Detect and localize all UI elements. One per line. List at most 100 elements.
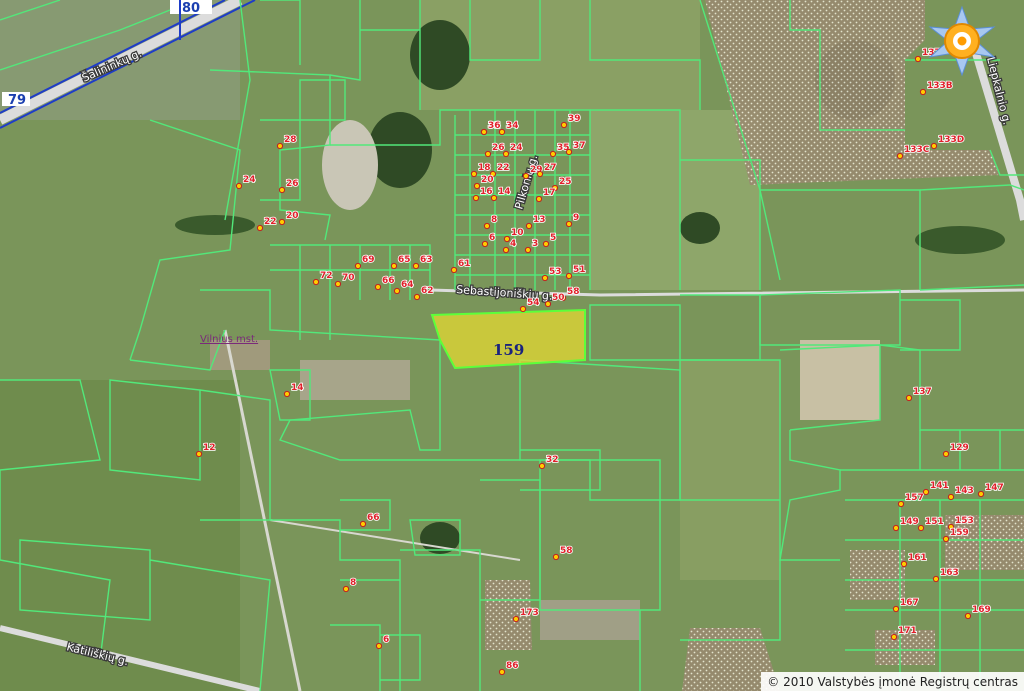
map-view[interactable]: 80 79 159 Šalininkų g. Sebastijoniškių g… bbox=[0, 0, 1024, 691]
house-number-label: 51 bbox=[573, 265, 586, 275]
house-marker-icon bbox=[375, 642, 383, 650]
house-number-label: 70 bbox=[342, 273, 355, 283]
house-marker-icon bbox=[278, 186, 286, 194]
house-number-label: 34 bbox=[506, 121, 519, 131]
house-number-label: 50 bbox=[552, 293, 565, 303]
forest-tree-line bbox=[175, 215, 255, 235]
house-number-label: 14 bbox=[291, 383, 304, 393]
house-marker-icon bbox=[890, 633, 898, 641]
house-marker-icon bbox=[481, 240, 489, 248]
house-marker-icon bbox=[538, 462, 546, 470]
house-marker-icon bbox=[354, 262, 362, 270]
house-number-label: 36 bbox=[488, 121, 501, 131]
house-number-label: 61 bbox=[458, 259, 471, 269]
house-marker-icon bbox=[450, 266, 458, 274]
house-marker-icon bbox=[522, 172, 530, 180]
house-number-label: 141 bbox=[930, 481, 949, 491]
house-number-label: 6 bbox=[383, 635, 389, 645]
house-marker-icon bbox=[549, 150, 557, 158]
forest-small bbox=[680, 212, 720, 244]
house-marker-icon bbox=[917, 524, 925, 532]
house-number-label: 161 bbox=[908, 553, 927, 563]
house-marker-icon bbox=[334, 280, 342, 288]
house-marker-icon bbox=[412, 262, 420, 270]
terrain-bare-strip bbox=[300, 360, 410, 400]
house-number-label: 3 bbox=[532, 239, 538, 249]
house-number-label: 137 bbox=[913, 387, 932, 397]
house-marker-icon bbox=[502, 150, 510, 158]
house-number-label: 149 bbox=[900, 517, 919, 527]
house-number-label: 153 bbox=[955, 516, 974, 526]
house-marker-icon bbox=[942, 450, 950, 458]
house-number-label: 20 bbox=[286, 211, 299, 221]
area-label-vilnius: Vilnius mst. bbox=[200, 334, 258, 345]
house-marker-icon bbox=[536, 170, 544, 178]
house-number-label: 4 bbox=[510, 239, 516, 249]
house-number-label: 18 bbox=[478, 163, 491, 173]
house-marker-icon bbox=[519, 305, 527, 313]
house-number-label: 66 bbox=[382, 276, 395, 286]
house-marker-icon bbox=[560, 121, 568, 129]
house-number-label: 62 bbox=[421, 286, 434, 296]
house-marker-icon bbox=[413, 293, 421, 301]
house-number-label: 66 bbox=[367, 513, 380, 523]
house-number-label: 27 bbox=[544, 163, 557, 173]
house-marker-icon bbox=[919, 88, 927, 96]
house-marker-icon bbox=[565, 220, 573, 228]
house-number-label: 171 bbox=[898, 626, 917, 636]
house-marker-icon bbox=[512, 615, 520, 623]
house-number-label: 157 bbox=[905, 493, 924, 503]
house-marker-icon bbox=[502, 246, 510, 254]
house-number-label: 133D bbox=[938, 135, 964, 145]
terrain-field-ne bbox=[590, 110, 760, 290]
house-marker-icon bbox=[235, 182, 243, 190]
house-marker-icon bbox=[535, 195, 543, 203]
house-number-label: 39 bbox=[568, 114, 581, 124]
house-marker-icon bbox=[283, 390, 291, 398]
house-marker-icon bbox=[342, 585, 350, 593]
map-canvas[interactable]: 80 79 159 Šalininkų g. Sebastijoniškių g… bbox=[0, 0, 1024, 691]
house-number-label: 173 bbox=[520, 608, 539, 618]
terrain-field-se bbox=[680, 360, 780, 580]
house-number-label: 22 bbox=[497, 163, 510, 173]
house-number-label: 163 bbox=[940, 568, 959, 578]
house-number-label: 37 bbox=[573, 141, 586, 151]
house-number-label: 14 bbox=[498, 187, 511, 197]
house-number-label: 72 bbox=[320, 271, 333, 281]
house-number-label: 10 bbox=[511, 228, 524, 238]
house-number-label: 143 bbox=[955, 486, 974, 496]
compass-icon[interactable] bbox=[924, 5, 1000, 77]
house-marker-icon bbox=[542, 240, 550, 248]
house-number-label: 22 bbox=[264, 217, 277, 227]
house-marker-icon bbox=[565, 148, 573, 156]
house-marker-icon bbox=[552, 553, 560, 561]
road-number-79: 79 bbox=[8, 93, 26, 108]
house-number-label: 63 bbox=[420, 255, 433, 265]
house-marker-icon bbox=[393, 287, 401, 295]
house-number-label: 54 bbox=[527, 298, 540, 308]
house-marker-icon bbox=[947, 493, 955, 501]
house-number-label: 133B bbox=[927, 81, 953, 91]
house-marker-icon bbox=[942, 535, 950, 543]
house-number-label: 8 bbox=[350, 578, 356, 588]
selected-parcel[interactable] bbox=[430, 308, 586, 370]
selected-parcel-label: 159 bbox=[493, 341, 524, 359]
house-number-label: 69 bbox=[362, 255, 375, 265]
house-number-label: 20 bbox=[481, 175, 494, 185]
house-number-label: 13 bbox=[533, 215, 546, 225]
house-number-label: 64 bbox=[401, 280, 414, 290]
house-number-label: 151 bbox=[925, 517, 944, 527]
house-number-label: 12 bbox=[203, 443, 216, 453]
house-number-label: 147 bbox=[985, 483, 1004, 493]
house-number-label: 86 bbox=[506, 661, 519, 671]
house-number-label: 5 bbox=[550, 233, 556, 243]
house-marker-icon bbox=[312, 278, 320, 286]
house-marker-icon bbox=[900, 560, 908, 568]
house-marker-icon bbox=[525, 222, 533, 230]
road-number-80: 80 bbox=[182, 1, 200, 16]
house-number-label: 28 bbox=[284, 135, 297, 145]
house-number-label: 169 bbox=[972, 605, 991, 615]
forest-east bbox=[915, 226, 1005, 254]
house-number-label: 129 bbox=[950, 443, 969, 453]
house-marker-icon bbox=[503, 235, 511, 243]
